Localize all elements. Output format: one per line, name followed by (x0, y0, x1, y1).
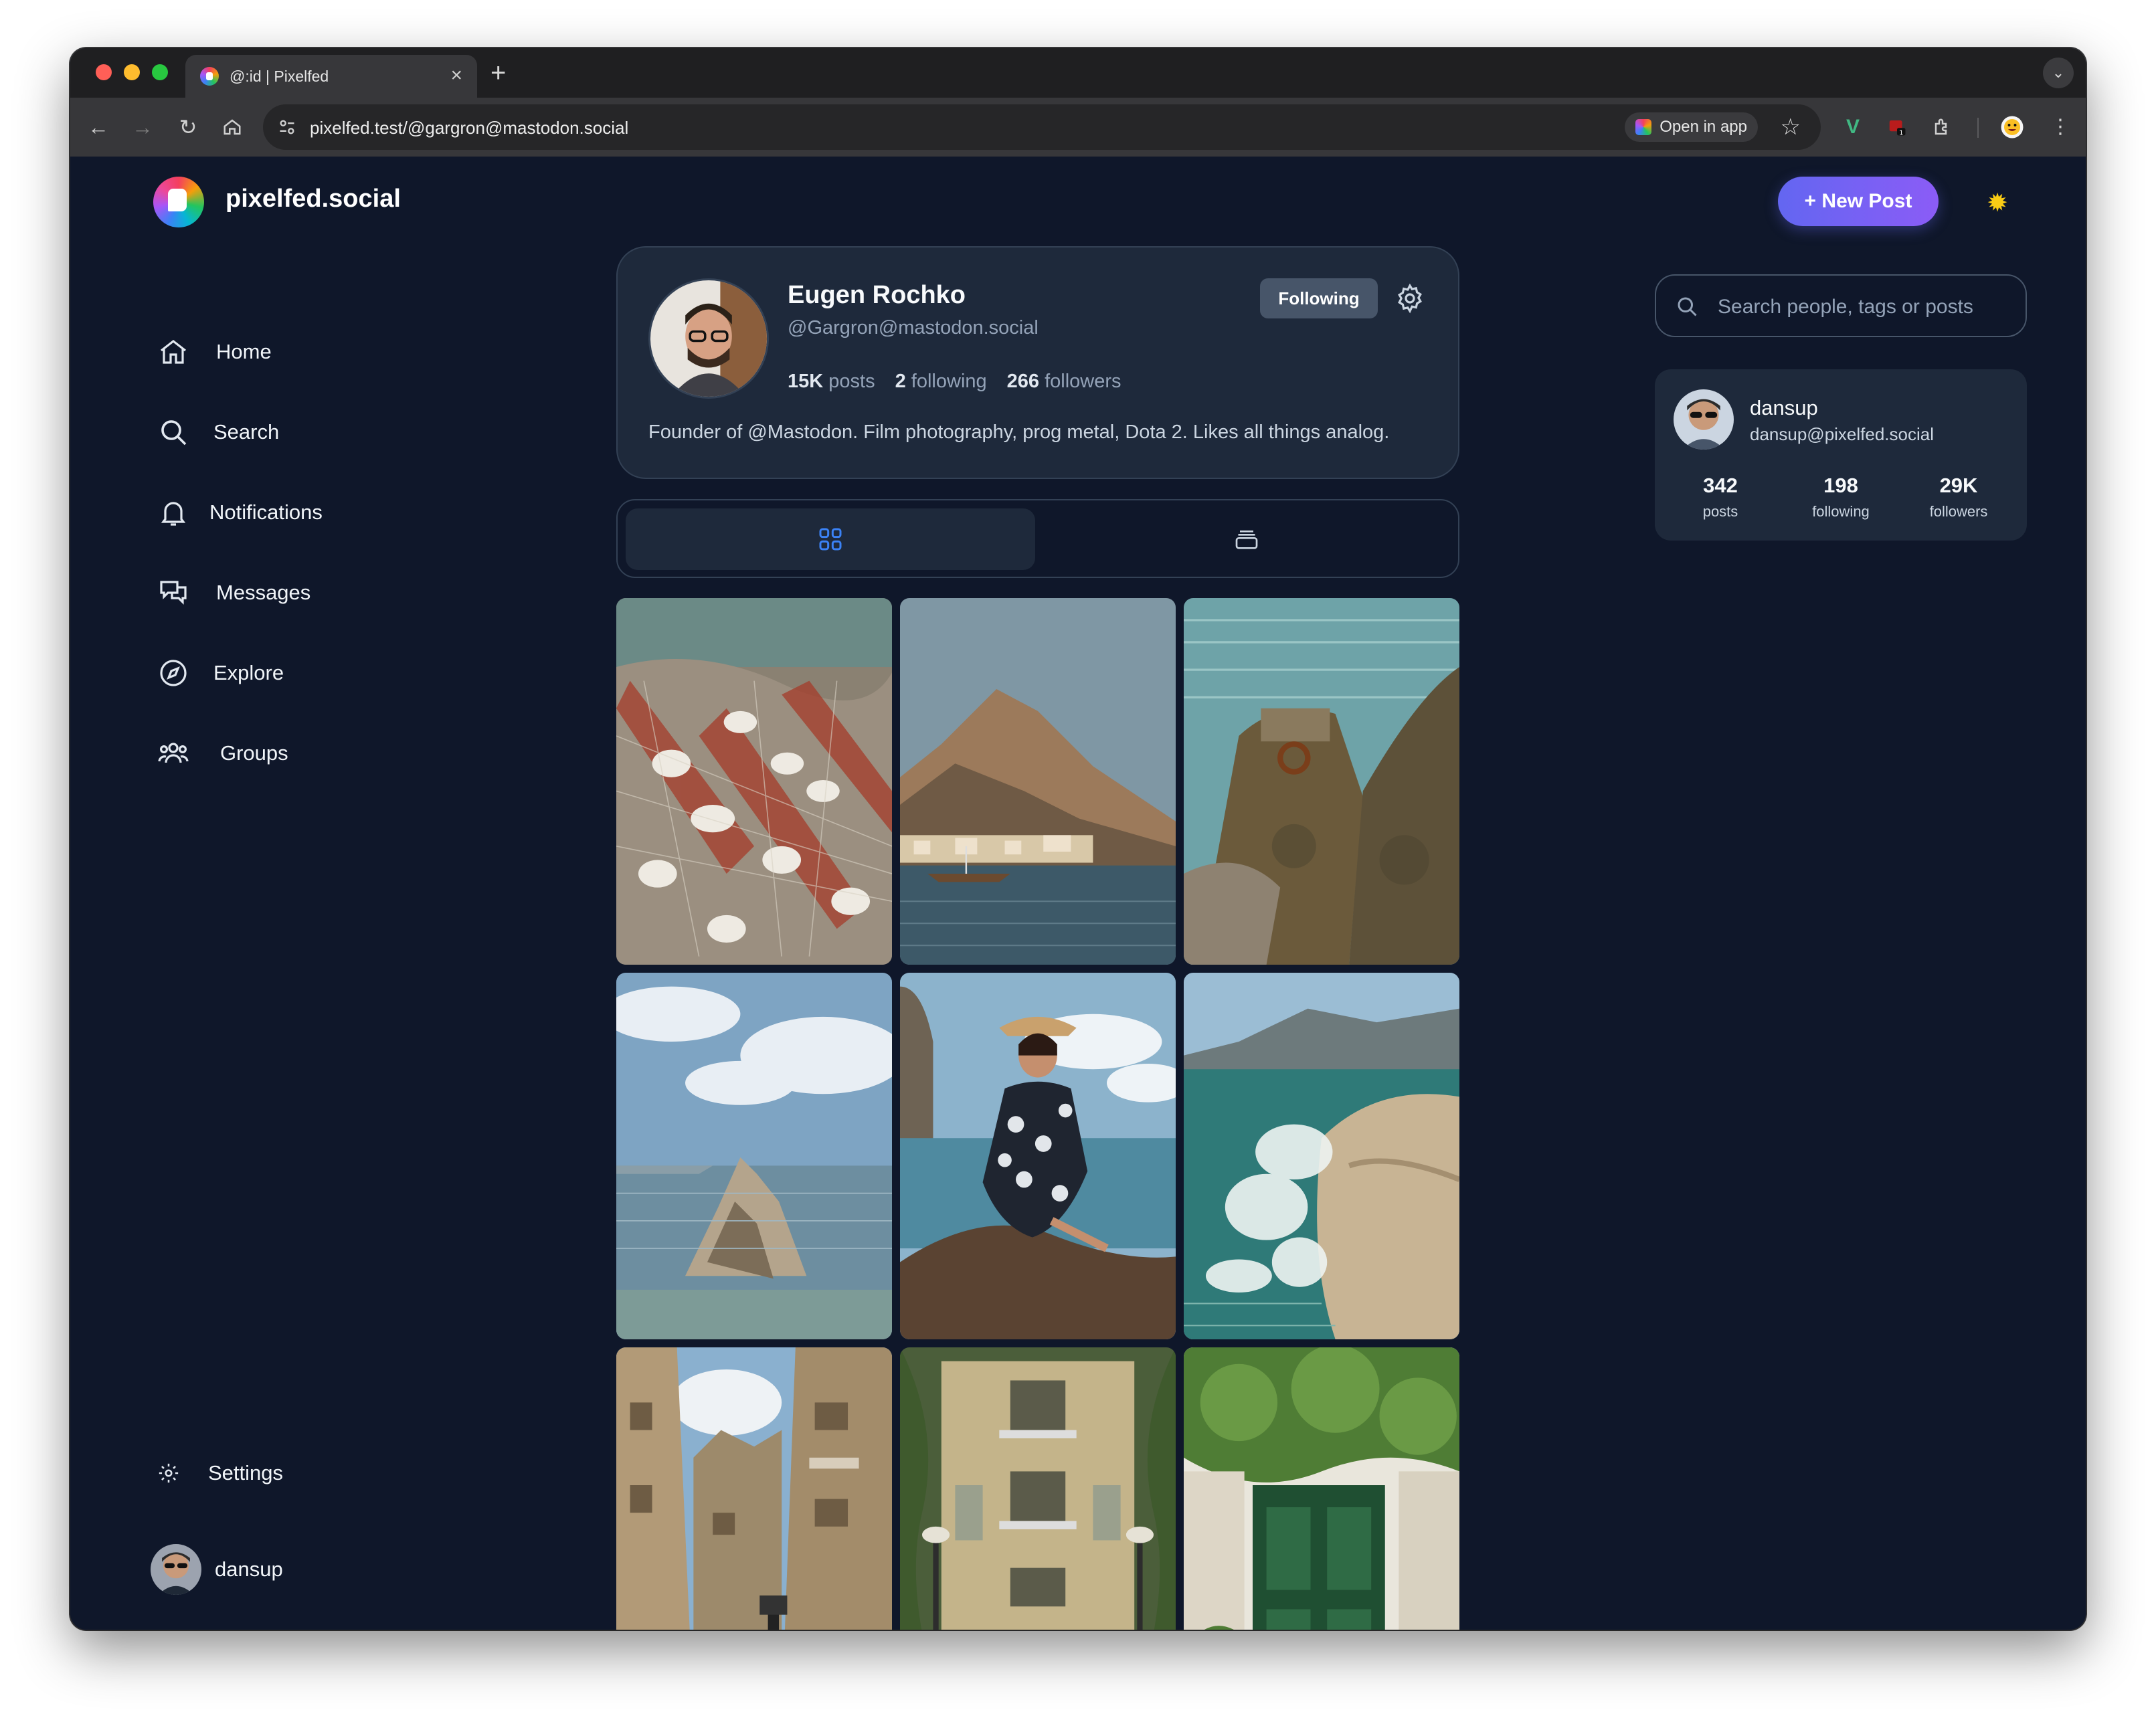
photo-post[interactable] (900, 1347, 1176, 1630)
current-user-menu[interactable]: dansup (151, 1544, 283, 1595)
photo-post[interactable] (900, 598, 1176, 965)
current-user-posts-stat[interactable]: 342 posts (1667, 474, 1774, 520)
browser-window: @:id | Pixelfed × + ⌄ ← → ↻ pixelfed.tes… (70, 48, 2086, 1630)
gear-icon (159, 1463, 179, 1483)
tab-title: @:id | Pixelfed (230, 67, 329, 85)
grid-icon[interactable] (817, 526, 844, 553)
back-icon[interactable]: ← (82, 111, 114, 143)
current-user-handle: dansup@pixelfed.social (1750, 424, 1935, 444)
compass-icon (160, 660, 187, 686)
current-user-followers-stat[interactable]: 29K followers (1905, 474, 2012, 520)
profile-avatar[interactable] (648, 278, 769, 399)
search-input[interactable]: Search people, tags or posts (1655, 274, 2027, 337)
sidebar-item-home[interactable]: Home (157, 332, 272, 372)
home-browser-icon[interactable] (216, 111, 248, 143)
vue-devtools-icon[interactable]: V (1837, 111, 1869, 143)
tab-strip: @:id | Pixelfed × + ⌄ (70, 48, 2086, 98)
pixelfed-app: pixelfed.social + New Post ✹ Home Search… (70, 157, 2086, 1630)
sidebar-item-messages[interactable]: Messages (157, 573, 310, 613)
bell-icon (161, 502, 186, 526)
minimize-window-button[interactable] (124, 64, 140, 80)
site-info-icon[interactable] (278, 118, 296, 136)
profile-emoji-icon[interactable] (1996, 111, 2028, 143)
profile-handle: @Gargron@mastodon.social (788, 317, 1039, 339)
browser-menu-icon[interactable]: ⋮ (2044, 111, 2076, 143)
extensions-puzzle-icon[interactable] (1926, 111, 1959, 143)
new-tab-icon[interactable]: + (490, 56, 506, 90)
sidebar-item-search[interactable]: Search (157, 412, 279, 452)
app-icon (1635, 119, 1652, 135)
photo-post[interactable] (1184, 973, 1459, 1339)
browser-tab[interactable]: @:id | Pixelfed × (185, 55, 477, 98)
photo-post[interactable] (1184, 598, 1459, 965)
profile-options-gear-icon[interactable] (1394, 282, 1426, 314)
open-in-app-button[interactable]: Open in app (1625, 112, 1758, 142)
photo-post[interactable] (900, 973, 1176, 1339)
search-placeholder: Search people, tags or posts (1718, 296, 1973, 318)
brand-name[interactable]: pixelfed.social (226, 185, 401, 213)
toolbar-divider (1977, 118, 1979, 138)
followers-stat[interactable]: 266 followers (1007, 371, 1121, 393)
photo-post[interactable] (616, 973, 892, 1339)
photo-post[interactable] (1184, 1347, 1459, 1630)
profile-bio: Founder of @Mastodon. Film photography, … (648, 421, 1390, 443)
pixelfed-logo-icon[interactable] (153, 177, 204, 227)
profile-card: Eugen Rochko @Gargron@mastodon.social 15… (616, 246, 1459, 479)
sidebar-item-groups[interactable]: Groups (157, 733, 288, 773)
address-bar[interactable]: pixelfed.test/@gargron@mastodon.social O… (263, 104, 1821, 150)
posts-stat[interactable]: 15K posts (788, 371, 875, 393)
pixelfed-favicon-icon (200, 67, 219, 86)
tab-search-chevron-icon[interactable]: ⌄ (2043, 58, 2074, 88)
collections-stack-icon[interactable] (1233, 526, 1260, 553)
extension-badge-icon[interactable]: 1 (1881, 111, 1913, 143)
avatar[interactable] (1674, 389, 1734, 450)
forward-icon[interactable]: → (126, 111, 159, 143)
profile-tabs (616, 499, 1459, 578)
photo-post[interactable] (616, 1347, 892, 1630)
chat-icon (160, 581, 187, 605)
profile-stats: 15K posts 2 following 266 followers (788, 371, 1121, 393)
zoom-window-button[interactable] (152, 64, 168, 80)
users-icon (158, 743, 189, 763)
url-text[interactable]: pixelfed.test/@gargron@mastodon.social (310, 118, 628, 138)
following-button[interactable]: Following (1260, 278, 1378, 318)
new-post-button[interactable]: + New Post (1778, 177, 1939, 226)
sidebar-item-settings[interactable]: Settings (157, 1461, 283, 1485)
following-stat[interactable]: 2 following (895, 371, 987, 393)
search-icon (161, 420, 187, 446)
bookmark-star-icon[interactable]: ☆ (1781, 112, 1801, 142)
current-user-name[interactable]: dansup (1750, 396, 1818, 420)
photo-post[interactable] (616, 598, 892, 965)
close-window-button[interactable] (96, 64, 112, 80)
browser-toolbar: ← → ↻ pixelfed.test/@gargron@mastodon.so… (70, 98, 2086, 157)
reload-icon[interactable]: ↻ (172, 111, 204, 143)
home-icon (161, 339, 186, 364)
profile-name: Eugen Rochko (788, 281, 966, 309)
window-controls (96, 64, 168, 80)
current-user-card: dansup dansup@pixelfed.social 342 posts 1… (1655, 369, 2027, 541)
avatar (151, 1544, 201, 1595)
current-user-following-stat[interactable]: 198 following (1787, 474, 1894, 520)
sun-icon[interactable]: ✹ (1984, 190, 2011, 217)
svg-text:1: 1 (1899, 129, 1903, 136)
sidebar-item-explore[interactable]: Explore (157, 653, 284, 693)
search-icon (1678, 297, 1697, 316)
sidebar-item-notifications[interactable]: Notifications (157, 492, 323, 533)
close-tab-icon[interactable]: × (450, 64, 462, 87)
